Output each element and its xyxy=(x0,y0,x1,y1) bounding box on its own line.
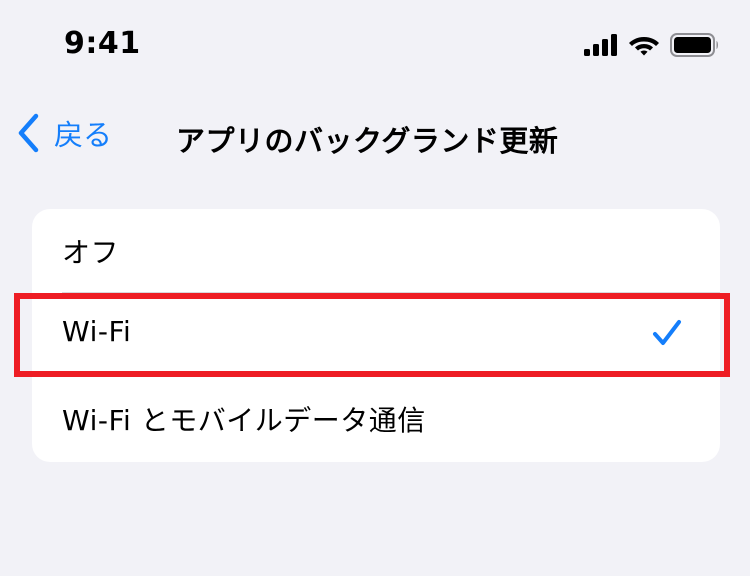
status-icons xyxy=(584,33,720,57)
battery-icon xyxy=(670,33,718,57)
checkmark-icon xyxy=(653,320,681,345)
option-wifi[interactable]: Wi-Fi xyxy=(32,293,720,377)
status-bar: 9:41 xyxy=(0,0,750,90)
status-time: 9:41 xyxy=(64,26,141,61)
chevron-left-icon xyxy=(18,113,39,153)
wifi-icon xyxy=(629,37,659,56)
page-title: アプリのバックグランド更新 xyxy=(176,124,559,158)
option-label: オフ xyxy=(62,236,120,269)
navigation-bar: 戻る アプリのバックグランド更新 xyxy=(0,100,750,170)
options-list: オフ Wi-Fi Wi-Fi とモバイルデータ通信 xyxy=(32,209,720,462)
option-wifi-and-cellular[interactable]: Wi-Fi とモバイルデータ通信 xyxy=(32,377,720,461)
back-button[interactable]: 戻る xyxy=(16,112,112,154)
option-label: Wi-Fi とモバイルデータ通信 xyxy=(62,404,426,437)
option-off[interactable]: オフ xyxy=(32,209,720,293)
option-label: Wi-Fi xyxy=(62,315,132,348)
back-label: 戻る xyxy=(54,118,113,152)
cellular-signal-icon xyxy=(584,34,617,56)
